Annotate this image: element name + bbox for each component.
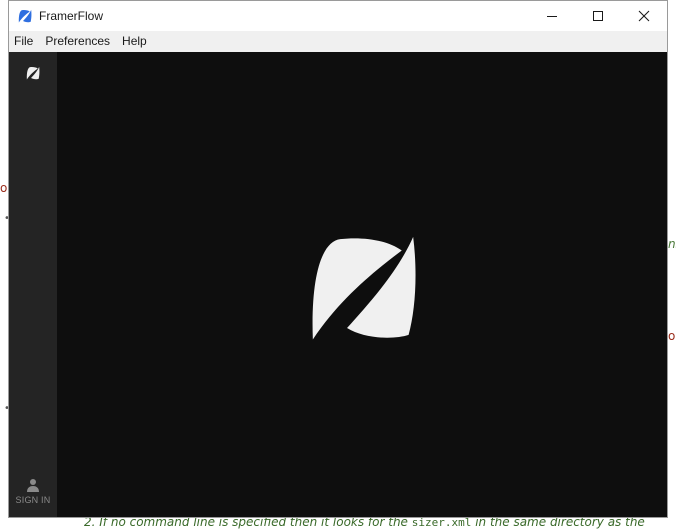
maximize-button[interactable] [575,1,621,31]
menu-preferences[interactable]: Preferences [39,31,116,52]
minimize-icon [547,16,557,17]
background-text-fragment: ns [668,237,676,251]
background-text-fragment: o [0,181,8,195]
close-button[interactable] [621,1,667,31]
framerflow-logo-icon [306,230,420,344]
maximize-icon [593,11,603,21]
window-controls [529,1,667,31]
close-icon [638,10,650,22]
menu-help[interactable]: Help [116,31,153,52]
minimize-button[interactable] [529,1,575,31]
sidebar: SIGN IN [9,52,57,517]
title-bar[interactable]: FramerFlow [9,1,667,31]
sign-in-label: SIGN IN [15,495,51,505]
framerflow-logo-icon[interactable] [26,66,40,80]
main-content [57,52,667,517]
menu-bar: File Preferences Help [9,31,667,52]
window-title: FramerFlow [39,9,104,23]
framerflow-app-icon [18,9,32,23]
background-text-fragment: oa [668,329,676,343]
sign-in-button[interactable]: SIGN IN [9,478,57,505]
user-icon [27,479,39,492]
app-window: FramerFlow File Preferences Help SIGN IN [8,0,668,518]
menu-file[interactable]: File [9,31,39,52]
